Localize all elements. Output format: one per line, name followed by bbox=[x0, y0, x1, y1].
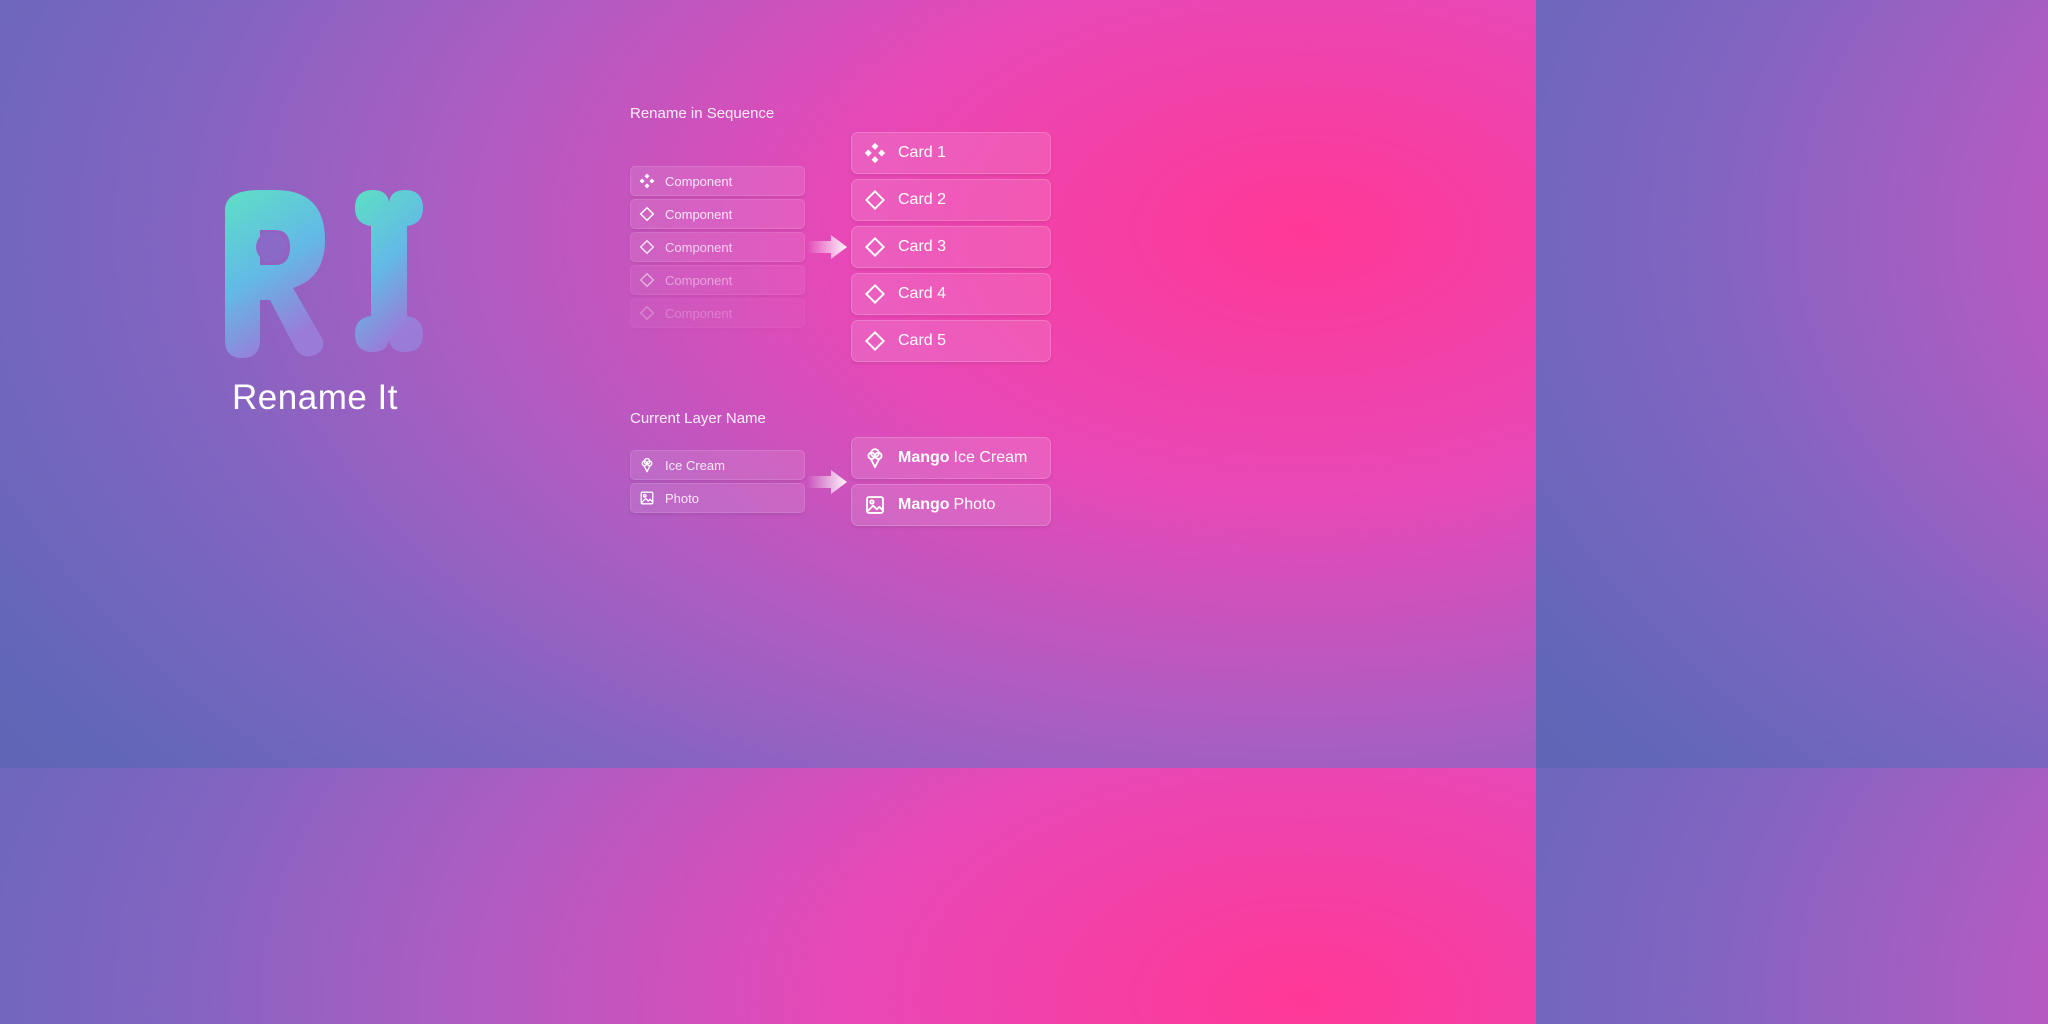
layer-label: Component bbox=[665, 174, 732, 189]
layer-row[interactable]: Component bbox=[630, 166, 805, 196]
image-icon bbox=[864, 494, 886, 516]
layer-row[interactable]: Ice Cream bbox=[630, 450, 805, 480]
layer-label: Card 4 bbox=[898, 285, 946, 303]
layer-label: Card 5 bbox=[898, 332, 946, 350]
app-logo bbox=[205, 190, 425, 360]
layer-label: Ice Cream bbox=[665, 458, 725, 473]
logo-block: Rename It bbox=[205, 190, 425, 418]
layer-row[interactable]: Card 4 bbox=[851, 273, 1051, 315]
component-outline-icon bbox=[639, 239, 655, 255]
ice-cream-icon bbox=[639, 457, 655, 473]
ice-cream-icon bbox=[864, 447, 886, 469]
layer-row[interactable]: Component bbox=[630, 298, 805, 328]
layer-label: Photo bbox=[665, 491, 699, 506]
layer-row[interactable]: Component bbox=[630, 232, 805, 262]
layer-label: MangoPhoto bbox=[898, 496, 995, 514]
layer-row[interactable]: Card 2 bbox=[851, 179, 1051, 221]
layer-label: Card 2 bbox=[898, 191, 946, 209]
layer-label: Component bbox=[665, 273, 732, 288]
layer-row[interactable]: Card 3 bbox=[851, 226, 1051, 268]
component-outline-icon bbox=[639, 206, 655, 222]
layer-label: Component bbox=[665, 306, 732, 321]
layer-prefix: Mango bbox=[898, 496, 950, 513]
layer-label: MangoIce Cream bbox=[898, 449, 1027, 467]
layer-label: Card 3 bbox=[898, 238, 946, 256]
layer-label: Component bbox=[665, 240, 732, 255]
layer-prefix: Mango bbox=[898, 449, 950, 466]
panel-title-current: Current Layer Name bbox=[630, 410, 1051, 427]
component-outline-icon bbox=[864, 283, 886, 305]
layer-row[interactable]: MangoPhoto bbox=[851, 484, 1051, 526]
component-outline-icon bbox=[864, 236, 886, 258]
layer-row[interactable]: MangoIce Cream bbox=[851, 437, 1051, 479]
component-filled-icon bbox=[864, 142, 886, 164]
current-left-column: Ice Cream Photo bbox=[630, 450, 805, 513]
sequence-left-column: Component Component Component Component … bbox=[630, 166, 805, 328]
layer-label: Component bbox=[665, 207, 732, 222]
layer-row[interactable]: Component bbox=[630, 199, 805, 229]
sequence-right-column: Card 1 Card 2 Card 3 Card 4 Card 5 bbox=[851, 132, 1051, 362]
component-outline-icon bbox=[639, 305, 655, 321]
component-outline-icon bbox=[639, 272, 655, 288]
image-icon bbox=[639, 490, 655, 506]
panel-rename-sequence: Rename in Sequence Component Component C… bbox=[630, 105, 1051, 362]
app-title: Rename It bbox=[232, 378, 398, 418]
component-filled-icon bbox=[639, 173, 655, 189]
arrow-icon bbox=[807, 467, 847, 497]
arrow-icon bbox=[807, 232, 847, 262]
layer-row[interactable]: Component bbox=[630, 265, 805, 295]
component-outline-icon bbox=[864, 330, 886, 352]
layer-row[interactable]: Card 1 bbox=[851, 132, 1051, 174]
current-right-column: MangoIce Cream MangoPhoto bbox=[851, 437, 1051, 526]
component-outline-icon bbox=[864, 189, 886, 211]
layer-row[interactable]: Card 5 bbox=[851, 320, 1051, 362]
layer-label: Card 1 bbox=[898, 144, 946, 162]
panel-title-sequence: Rename in Sequence bbox=[630, 105, 1051, 122]
panel-current-layer: Current Layer Name Ice Cream Photo Mango… bbox=[630, 410, 1051, 526]
layer-row[interactable]: Photo bbox=[630, 483, 805, 513]
